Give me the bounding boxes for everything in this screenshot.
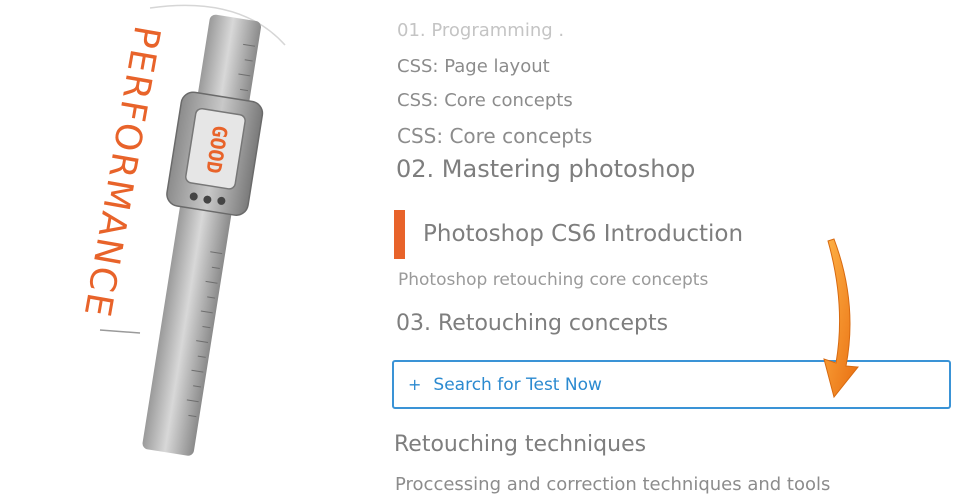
- curved-arrow-icon: [823, 238, 859, 399]
- section-heading-photoshop[interactable]: 02. Mastering photoshop: [396, 155, 695, 183]
- menu-item-css-core-concepts-2[interactable]: CSS: Core concepts: [397, 124, 592, 148]
- plus-icon: +: [408, 375, 422, 394]
- menu-item-processing-tools[interactable]: Proccessing and correction techniques an…: [395, 474, 830, 495]
- performance-meter-illustration: GOOD PERFORMANCE: [75, 4, 286, 456]
- active-item-marker: [394, 210, 405, 259]
- search-test-label: Search for Test Now: [433, 374, 602, 395]
- performance-label: PERFORMANCE: [75, 23, 167, 322]
- ruler-bar: [142, 14, 262, 456]
- section-heading-retouching[interactable]: 03. Retouching concepts: [396, 311, 668, 336]
- section-heading-programming[interactable]: 01. Programming .: [397, 20, 564, 41]
- section-heading-retouching-techniques[interactable]: Retouching techniques: [394, 432, 646, 457]
- menu-item-css-page-layout[interactable]: CSS: Page layout: [397, 56, 550, 77]
- menu-item-css-core-concepts[interactable]: CSS: Core concepts: [397, 90, 573, 111]
- menu-item-photoshop-cs6-active[interactable]: Photoshop CS6 Introduction: [423, 221, 743, 247]
- menu-item-photoshop-retouching[interactable]: Photoshop retouching core concepts: [398, 270, 708, 290]
